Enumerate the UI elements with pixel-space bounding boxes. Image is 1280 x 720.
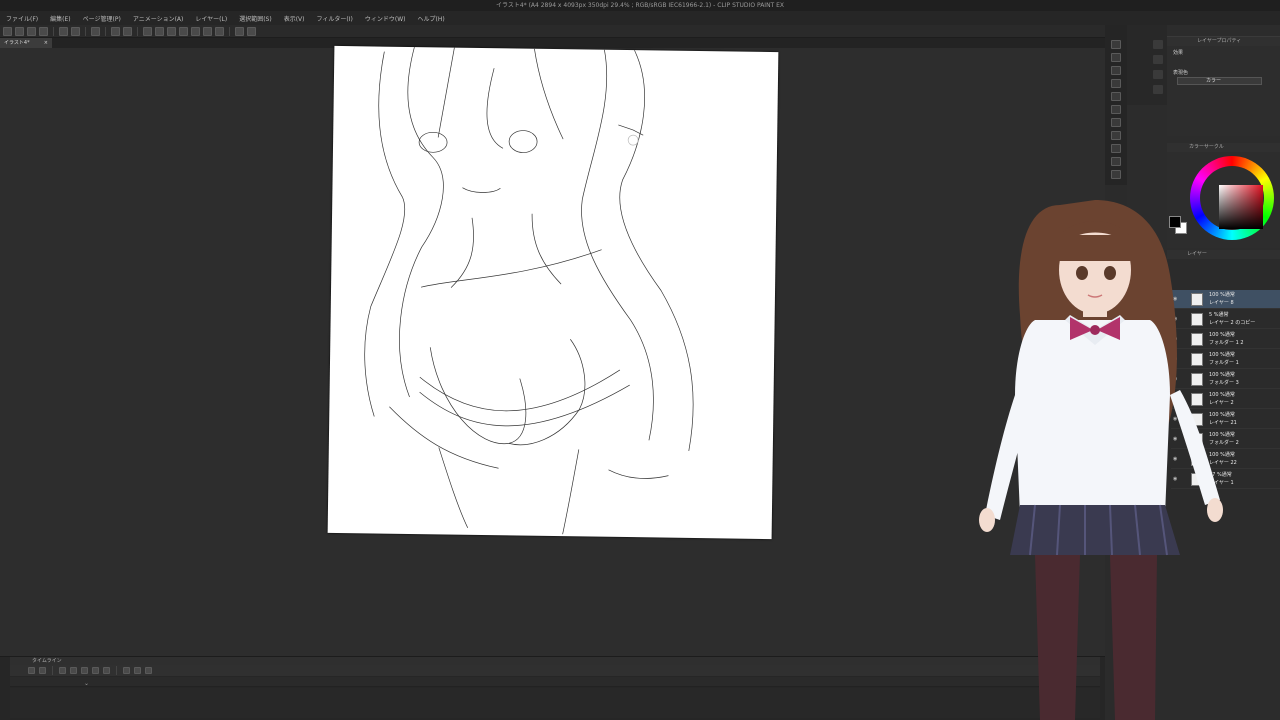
lasso-tool-icon[interactable] [1111, 118, 1121, 127]
command-bar [0, 25, 1105, 38]
clear-icon[interactable] [123, 26, 132, 36]
select-icon[interactable] [143, 26, 152, 36]
timeline-panel: タイムライン ⌄ [0, 656, 1105, 720]
menu-selection[interactable]: 選択範囲(S) [239, 14, 272, 23]
document-tab-bar: イラスト4* × [0, 38, 1105, 48]
search-icon[interactable] [1153, 85, 1163, 94]
keyframe-icon[interactable] [134, 667, 141, 674]
panel-header: カラーサークル [1167, 143, 1280, 152]
toolbar-divider [53, 26, 54, 36]
fill-tool-icon[interactable] [1111, 79, 1121, 88]
timeline-settings-icon[interactable] [39, 667, 46, 674]
sub-tool-strip [1127, 25, 1167, 105]
loop-icon[interactable] [103, 667, 110, 674]
invert-selection-icon[interactable] [167, 26, 176, 36]
transform-icon[interactable] [191, 26, 200, 36]
menu-file[interactable]: ファイル(F) [6, 14, 38, 23]
menu-bar: ファイル(F) 編集(E) ページ管理(P) アニメーション(A) レイヤー(L… [0, 11, 1280, 25]
sketch-lineart [364, 46, 694, 535]
clip-studio-window: イラスト4* (A4 2894 x 4093px 350dpi 29.4% ; … [0, 0, 1280, 720]
pen-tool-icon[interactable] [1111, 40, 1121, 49]
new-file-icon[interactable] [3, 26, 12, 36]
ruler-tool-icon[interactable] [1111, 131, 1121, 140]
save-icon[interactable] [27, 26, 36, 36]
pen-icon[interactable] [203, 26, 212, 36]
tool-palette [1105, 25, 1127, 185]
display-color-select[interactable]: カラー [1177, 77, 1262, 85]
deselect-icon[interactable] [155, 26, 164, 36]
undo-icon[interactable] [59, 26, 68, 36]
play-icon[interactable] [59, 667, 66, 674]
settings-icon[interactable] [91, 26, 100, 36]
menu-help[interactable]: ヘルプ(H) [417, 14, 444, 23]
ruler-icon[interactable] [215, 26, 224, 36]
effect-label: 効果 [1173, 50, 1184, 56]
onion-skin-icon[interactable] [145, 667, 152, 674]
title-bar: イラスト4* (A4 2894 x 4093px 350dpi 29.4% ; … [0, 0, 1280, 11]
menu-page[interactable]: ページ管理(P) [83, 14, 121, 23]
gradient-tool-icon[interactable] [1111, 170, 1121, 179]
prev-frame-icon[interactable] [81, 667, 88, 674]
timeline-track[interactable]: ⌄ [10, 677, 1100, 687]
brush-tool-icon[interactable] [1111, 53, 1121, 62]
frame-tool-icon[interactable] [1111, 157, 1121, 166]
select-tool-icon[interactable] [1111, 105, 1121, 114]
new-cel-icon[interactable] [123, 667, 130, 674]
timeline-frames[interactable] [10, 688, 1100, 718]
grid-icon[interactable] [247, 26, 256, 36]
display-color-label: 表現色 [1173, 70, 1189, 76]
stop-icon[interactable] [70, 667, 77, 674]
toolbar-divider [137, 26, 138, 36]
sub-tool-icon[interactable] [1153, 70, 1163, 79]
next-frame-icon[interactable] [92, 667, 99, 674]
menu-layer[interactable]: レイヤー(L) [195, 14, 227, 23]
toolbar-divider [116, 666, 117, 675]
timeline-header: タイムライン [10, 657, 1100, 665]
toolbar-divider [105, 26, 106, 36]
menu-window[interactable]: ウィンドウ(W) [365, 14, 406, 23]
snap-icon[interactable] [235, 26, 244, 36]
fill-icon[interactable] [111, 26, 120, 36]
timeline-toolbar [10, 665, 1100, 676]
drawing-canvas[interactable] [327, 45, 779, 540]
export-icon[interactable] [39, 26, 48, 36]
toolbar-divider [52, 666, 53, 675]
sub-tool-icon[interactable] [1153, 40, 1163, 49]
toolbar-divider [229, 26, 230, 36]
layer-property-panel: レイヤープロパティ 効果 表現色 カラー [1167, 36, 1280, 136]
menu-edit[interactable]: 編集(E) [50, 14, 70, 23]
chevron-down-icon[interactable]: ⌄ [84, 680, 89, 687]
menu-filter[interactable]: フィルター(I) [317, 14, 353, 23]
menu-animation[interactable]: アニメーション(A) [133, 14, 184, 23]
close-icon[interactable]: × [44, 38, 48, 48]
open-file-icon[interactable] [15, 26, 24, 36]
eraser-tool-icon[interactable] [1111, 66, 1121, 75]
vtuber-avatar [979, 200, 1223, 720]
document-tab-label: イラスト4* [4, 40, 30, 46]
new-timeline-icon[interactable] [28, 667, 35, 674]
eye-icon[interactable] [1111, 92, 1121, 101]
panel-header: レイヤープロパティ [1167, 37, 1280, 46]
redo-icon[interactable] [71, 26, 80, 36]
menu-view[interactable]: 表示(V) [284, 14, 305, 23]
sub-tool-icon[interactable] [1153, 55, 1163, 64]
document-tab[interactable]: イラスト4* × [0, 38, 52, 48]
crop-icon[interactable] [179, 26, 188, 36]
toolbar-divider [85, 26, 86, 36]
text-tool-icon[interactable] [1111, 144, 1121, 153]
